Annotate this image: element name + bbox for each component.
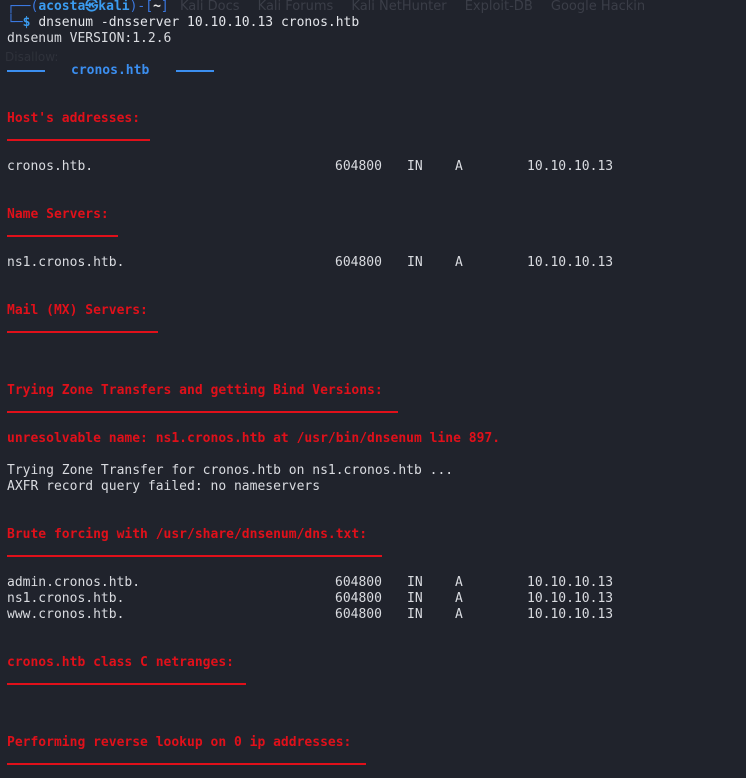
record-ttl: 604800 (335, 255, 382, 270)
section-underline-ns (7, 235, 118, 237)
bookmark-exploit-db: Exploit-DB (464, 0, 533, 14)
background-bookmarks-bar: Kali Docs Kali Forums Kali NetHunter Exp… (180, 0, 746, 14)
banner-rule-left (7, 70, 45, 72)
record-value: 10.10.10.13 (527, 575, 614, 590)
zone-transfer-line: Trying Zone Transfer for cronos.htb on n… (7, 463, 454, 478)
bookmark-kali-nethunter: Kali NetHunter (351, 0, 447, 14)
version-line: dnsenum VERSION:1.2.6 (7, 31, 172, 46)
record-ttl: 604800 (335, 159, 382, 174)
bookmark-kali-forums: Kali Forums (257, 0, 334, 14)
prompt-user: acosta (38, 0, 86, 14)
prompt-host: kali (98, 0, 130, 14)
record-class: IN (407, 255, 423, 270)
bookmark-kali-docs: Kali Docs (180, 0, 240, 14)
record-type: A (455, 575, 463, 590)
command-line: └─$ dnsenum -dnsserver 10.10.10.13 crono… (7, 15, 360, 30)
prompt-dir: ~ (153, 0, 161, 14)
section-title-reverse: Performing reverse lookup on 0 ip addres… (7, 735, 352, 750)
section-title-brute: Brute forcing with /usr/share/dnsenum/dn… (7, 527, 368, 542)
record-type: A (455, 159, 463, 174)
banner-rule-right (176, 70, 214, 72)
bookmark-google-hacking: Google Hackin (550, 0, 646, 14)
record-ttl: 604800 (335, 591, 382, 606)
record-name: admin.cronos.htb. (7, 575, 141, 590)
zone-error: unresolvable name: ns1.cronos.htb at /us… (7, 431, 501, 446)
section-title-ns: Name Servers: (7, 207, 109, 222)
record-name: ns1.cronos.htb. (7, 255, 125, 270)
section-underline-zone (7, 411, 398, 413)
record-class: IN (407, 591, 423, 606)
record-value: 10.10.10.13 (527, 607, 614, 622)
record-name: www.cronos.htb. (7, 607, 125, 622)
record-value: 10.10.10.13 (527, 591, 614, 606)
record-class: IN (407, 575, 423, 590)
record-type: A (455, 607, 463, 622)
record-ttl: 604800 (335, 607, 382, 622)
background-faded-text: Disallow: (5, 50, 59, 64)
record-type: A (455, 255, 463, 270)
record-name: ns1.cronos.htb. (7, 591, 125, 606)
record-class: IN (407, 159, 423, 174)
section-underline-mx (7, 331, 158, 333)
section-title-hosts: Host's addresses: (7, 111, 141, 126)
axfr-failed-line: AXFR record query failed: no nameservers (7, 479, 321, 494)
record-type: A (455, 591, 463, 606)
section-underline-hosts (7, 139, 150, 141)
record-ttl: 604800 (335, 575, 382, 590)
record-value: 10.10.10.13 (527, 255, 614, 270)
domain-banner: cronos.htb (71, 63, 150, 78)
section-underline-brute (7, 555, 382, 557)
record-class: IN (407, 607, 423, 622)
record-value: 10.10.10.13 (527, 159, 614, 174)
prompt-line: ┌──(acosta㉿kali)-[~] (7, 0, 169, 14)
command-text: dnsenum -dnsserver 10.10.10.13 cronos.ht… (38, 15, 360, 30)
section-title-zone: Trying Zone Transfers and getting Bind V… (7, 383, 383, 398)
record-name: cronos.htb. (7, 159, 94, 174)
section-underline-netranges (7, 683, 246, 685)
section-title-mx: Mail (MX) Servers: (7, 303, 148, 318)
section-underline-reverse (7, 763, 366, 765)
section-title-netranges: cronos.htb class C netranges: (7, 655, 234, 670)
